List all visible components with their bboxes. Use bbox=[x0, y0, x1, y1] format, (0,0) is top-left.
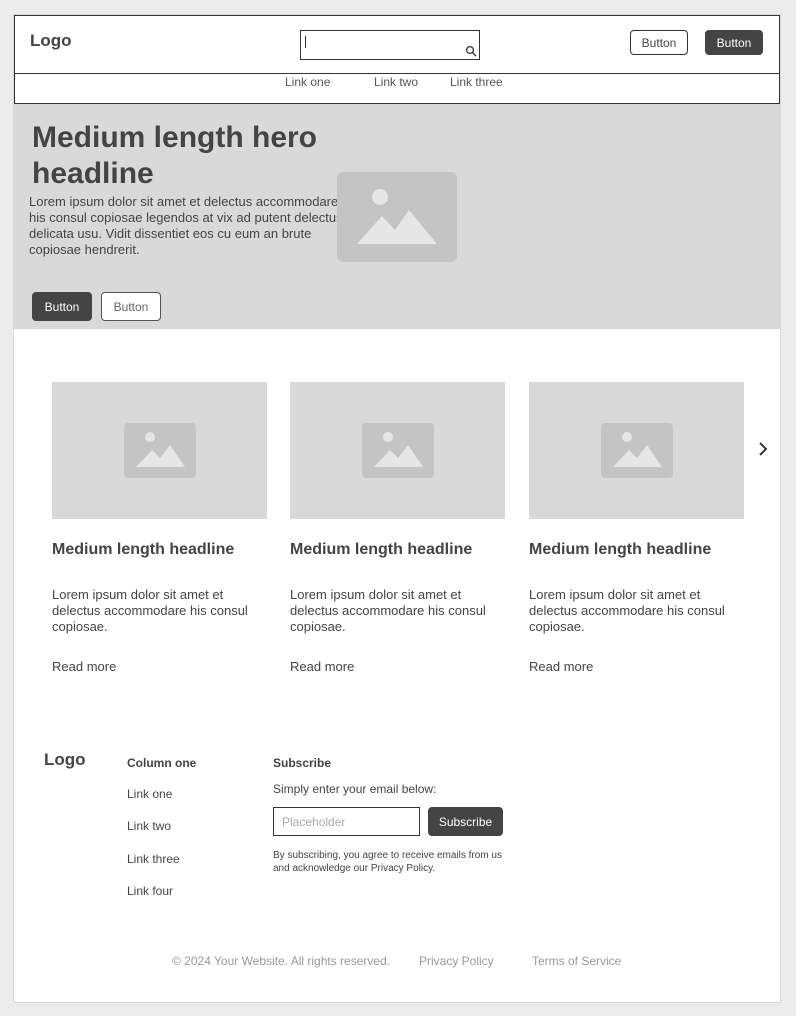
card-body: Lorem ipsum dolor sit amet et delectus a… bbox=[290, 587, 486, 634]
header-logo[interactable]: Logo bbox=[30, 31, 72, 51]
subscribe-text: Simply enter your email below: bbox=[273, 782, 437, 796]
hero-primary-button[interactable]: Button bbox=[32, 292, 92, 321]
footer-logo[interactable]: Logo bbox=[44, 750, 86, 770]
card-body: Lorem ipsum dolor sit amet et delectus a… bbox=[52, 587, 248, 634]
text-cursor bbox=[305, 36, 306, 48]
search-input[interactable] bbox=[300, 30, 480, 60]
image-icon bbox=[357, 189, 437, 244]
hero-headline: Medium length hero headline bbox=[32, 121, 317, 190]
footer-link-four[interactable]: Link four bbox=[127, 884, 173, 898]
copyright-text: © 2024 Your Website. All rights reserved… bbox=[172, 954, 391, 968]
hero-secondary-button[interactable]: Button bbox=[101, 292, 161, 321]
terms-of-service-link[interactable]: Terms of Service bbox=[532, 954, 621, 968]
footer-link-two[interactable]: Link two bbox=[127, 819, 171, 833]
image-icon bbox=[362, 423, 434, 478]
header-dark-button[interactable]: Button bbox=[705, 30, 763, 55]
search-icon[interactable] bbox=[465, 45, 477, 57]
nav-link-three[interactable]: Link three bbox=[450, 75, 503, 89]
privacy-policy-link[interactable]: Privacy Policy bbox=[419, 954, 494, 968]
image-icon bbox=[124, 423, 196, 478]
card-body: Lorem ipsum dolor sit amet et delectus a… bbox=[529, 587, 725, 634]
subscribe-legal-text: By subscribing, you agree to receive ema… bbox=[273, 850, 502, 874]
subscribe-heading: Subscribe bbox=[273, 756, 332, 770]
card-image-placeholder bbox=[290, 382, 505, 519]
header-outline-button[interactable]: Button bbox=[630, 30, 688, 55]
footer-link-one[interactable]: Link one bbox=[127, 787, 172, 801]
card-image-placeholder bbox=[529, 382, 744, 519]
read-more-link[interactable]: Read more bbox=[290, 659, 354, 674]
page: Logo Button Button Link one Link two Lin… bbox=[13, 14, 781, 1003]
card: Medium length headline Lorem ipsum dolor… bbox=[529, 382, 744, 674]
nav-link-one[interactable]: Link one bbox=[285, 75, 330, 89]
card: Medium length headline Lorem ipsum dolor… bbox=[52, 382, 267, 674]
hero-body: Lorem ipsum dolor sit amet et delectus a… bbox=[29, 194, 343, 257]
card-headline: Medium length headline bbox=[290, 541, 473, 558]
chevron-right-icon[interactable] bbox=[756, 440, 770, 458]
hero-section: Medium length hero headline Lorem ipsum … bbox=[14, 104, 780, 329]
header: Logo Button Button bbox=[14, 15, 780, 74]
image-icon bbox=[601, 423, 673, 478]
card-headline: Medium length headline bbox=[52, 541, 235, 558]
footer-column-heading: Column one bbox=[127, 756, 197, 770]
footer-link-three[interactable]: Link three bbox=[127, 852, 180, 866]
subscribe-button[interactable]: Subscribe bbox=[428, 807, 503, 836]
read-more-link[interactable]: Read more bbox=[529, 659, 593, 674]
card-headline: Medium length headline bbox=[529, 541, 712, 558]
nav-bar: Link one Link two Link three bbox=[14, 73, 780, 104]
email-field[interactable] bbox=[273, 807, 420, 836]
card: Medium length headline Lorem ipsum dolor… bbox=[290, 382, 505, 674]
hero-image-placeholder bbox=[337, 172, 457, 262]
nav-link-two[interactable]: Link two bbox=[374, 75, 418, 89]
card-image-placeholder bbox=[52, 382, 267, 519]
read-more-link[interactable]: Read more bbox=[52, 659, 116, 674]
